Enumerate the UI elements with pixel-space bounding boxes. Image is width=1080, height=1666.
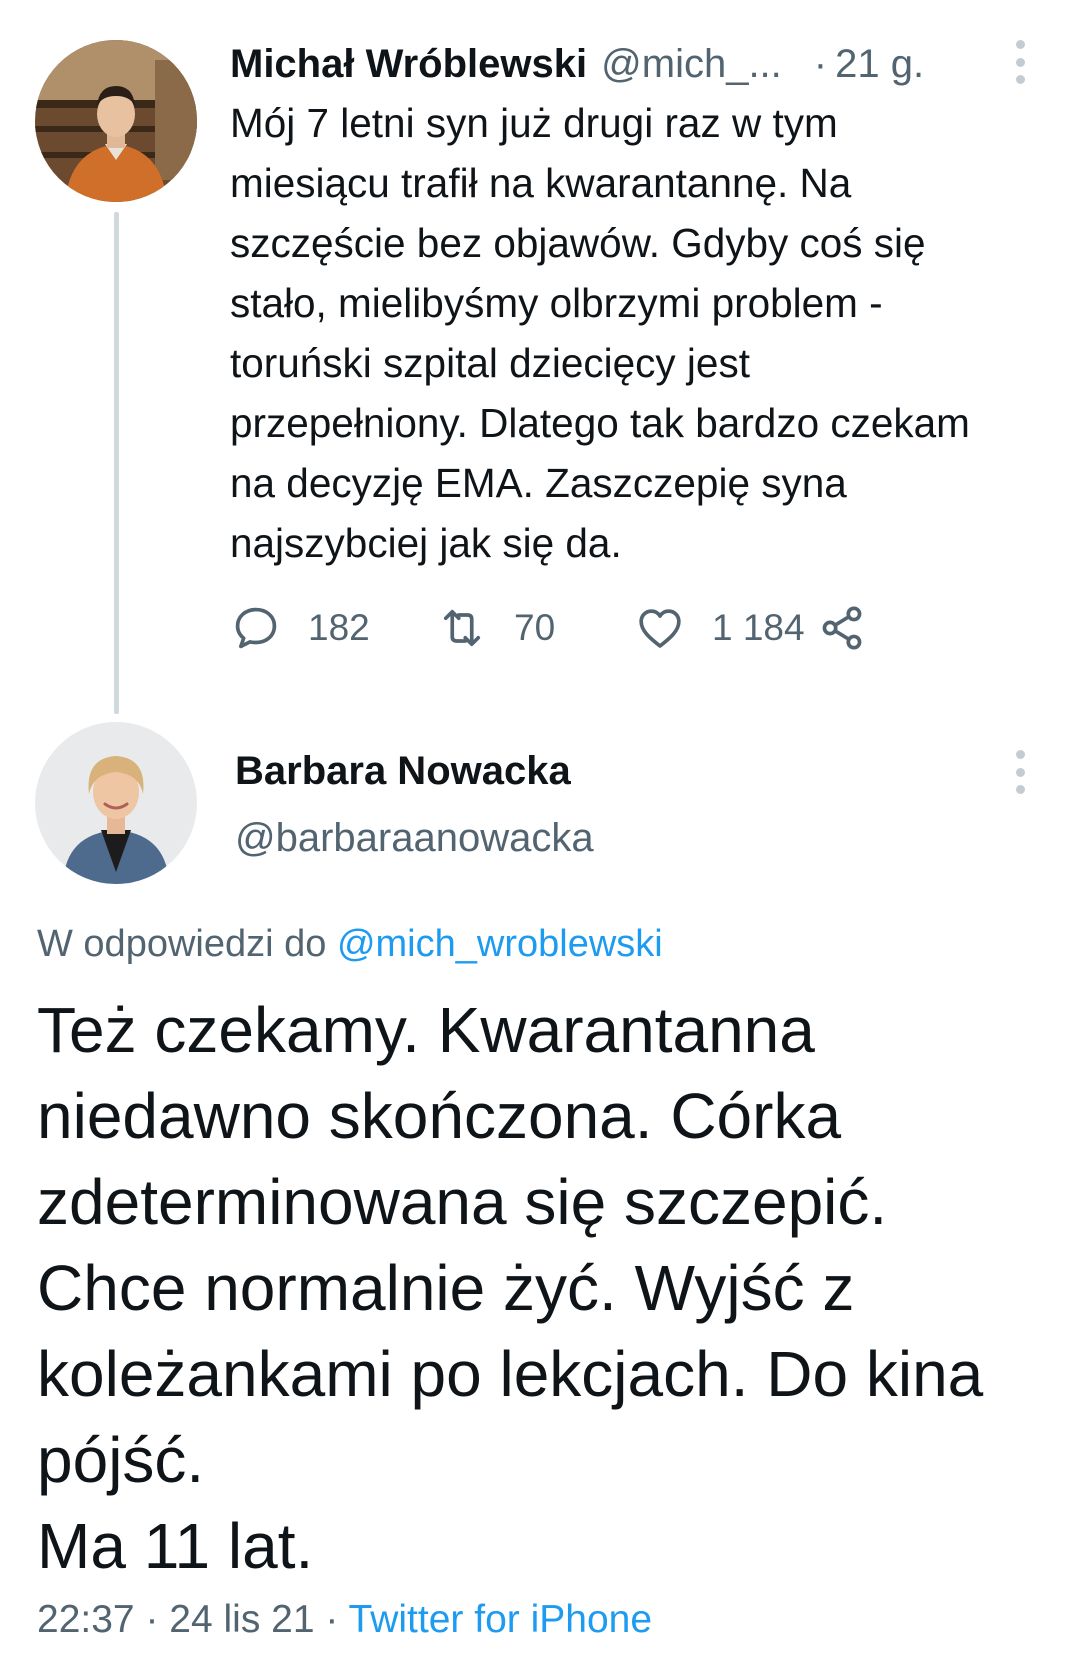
like-button[interactable]: 1 184 (634, 600, 805, 656)
reply-to-prefix: W odpowiedzi do (37, 923, 327, 965)
tweet1-header: Michał Wróblewski @mich_... · 21 g. (230, 36, 1030, 92)
tweet2-source-link[interactable]: Twitter for iPhone (349, 1598, 652, 1641)
tweet1-timestamp[interactable]: 21 g. (835, 42, 924, 87)
avatar-michal[interactable] (35, 40, 197, 202)
tweet2-metadata: 22:37 · 24 lis 21 · Twitter for iPhone (37, 1594, 652, 1646)
comment-bubble-icon (235, 607, 277, 649)
reply-button[interactable]: 182 (230, 600, 370, 656)
tweet1-author-handle[interactable]: @mich_... (601, 42, 782, 87)
tweet1-more-options-icon[interactable] (1008, 40, 1032, 84)
tweet2-author-handle[interactable]: @barbaraanowacka (235, 812, 594, 864)
like-count: 1 184 (712, 607, 805, 648)
meta-separator-1: · (145, 1598, 159, 1641)
reply-to-mention-link[interactable]: @mich_wroblewski (337, 923, 663, 965)
retweet-count: 70 (514, 607, 556, 648)
meta-separator-2: · (325, 1598, 339, 1641)
tweet2-date[interactable]: 24 lis 21 (169, 1598, 314, 1641)
tweet2-more-options-icon[interactable] (1008, 750, 1032, 794)
tweet2-author-name[interactable]: Barbara Nowacka (235, 745, 571, 797)
reply-context: W odpowiedzi do @mich_wroblewski (37, 918, 663, 970)
tweet1-text: Mój 7 letni syn już drugi raz w tym mies… (230, 100, 970, 566)
tweet2-time[interactable]: 22:37 (37, 1598, 135, 1641)
reply-count: 182 (308, 607, 370, 648)
avatar-barbara[interactable] (35, 722, 197, 884)
tweet2-text: Też czekamy. Kwarantanna niedawno skończ… (37, 994, 984, 1582)
share-icon (822, 606, 862, 650)
tweet1-action-bar: 182 70 1 184 (230, 600, 930, 656)
heart-icon (639, 609, 681, 648)
thread-connector-line (114, 212, 119, 714)
retweet-button[interactable]: 70 (436, 600, 555, 656)
tweet1-author-name[interactable]: Michał Wróblewski (230, 42, 587, 87)
tweet1-separator: · (813, 41, 828, 86)
retweet-icon (443, 609, 481, 647)
share-button[interactable] (816, 600, 868, 656)
